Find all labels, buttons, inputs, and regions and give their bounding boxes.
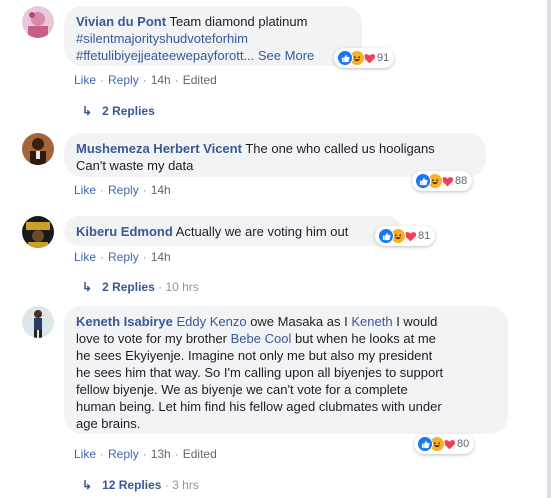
comment-text: fellow biyenje. We as biyenje we can't v…	[76, 382, 408, 397]
reply-link[interactable]: Reply	[108, 447, 139, 461]
reaction-count: 81	[418, 230, 431, 242]
timestamp[interactable]: 14h	[151, 183, 171, 197]
author-name[interactable]: Keneth Isabirye	[76, 314, 173, 329]
comment-text: human being. Let him find his fellow age…	[76, 399, 442, 414]
avatar[interactable]	[22, 6, 54, 38]
comment-text: The one who called us hooligans	[245, 141, 435, 156]
hashtag-link[interactable]: #ffetulibiyejjeateewepayforott...	[76, 48, 254, 63]
comment-text: he sees Ekyiyenje. Imagine not only me b…	[76, 348, 433, 363]
reactions-badge[interactable]: 91	[334, 48, 395, 68]
like-link[interactable]: Like	[74, 447, 96, 461]
like-reaction-icon	[337, 50, 353, 66]
mention-link[interactable]: Eddy Kenzo	[176, 314, 246, 329]
comment-bubble: Vivian du Pont Team diamond platinum #si…	[64, 6, 362, 66]
profile-photo-icon	[22, 216, 54, 248]
reply-arrow-icon: ↳	[82, 478, 93, 492]
comment-actions: Like · Reply · 13h · Edited	[74, 447, 217, 461]
timestamp[interactable]: 13h	[151, 447, 171, 461]
edited-label[interactable]: Edited	[183, 447, 217, 461]
comment-actions: Like · Reply · 14h	[74, 250, 171, 264]
comment-text: age brains.	[76, 416, 141, 431]
comment-text: Can't waste my data	[76, 158, 194, 173]
timestamp[interactable]: 14h	[151, 250, 171, 264]
reply-link[interactable]: Reply	[108, 183, 139, 197]
mention-link[interactable]: Bebe Cool	[231, 331, 292, 346]
hashtag-link[interactable]: #silentmajorityshudvoteforhim	[76, 31, 248, 46]
comment-text: love to vote for my brother	[76, 331, 228, 346]
reply-link[interactable]: Reply	[108, 250, 139, 264]
replies-count[interactable]: 12 Replies	[102, 478, 161, 492]
replies-count[interactable]: 2 Replies	[102, 104, 155, 118]
replies-count[interactable]: 2 Replies	[102, 280, 155, 294]
comment-text: I would	[396, 314, 438, 329]
profile-photo-icon	[22, 306, 54, 338]
profile-photo-icon	[22, 6, 54, 38]
comment-actions: Like · Reply · 14h	[74, 183, 171, 197]
replies-time: 3 hrs	[172, 478, 199, 492]
reactions-badge[interactable]: 88	[412, 171, 473, 191]
reactions-badge[interactable]: 80	[414, 434, 475, 454]
like-reaction-icon	[417, 436, 433, 452]
author-name[interactable]: Mushemeza Herbert Vicent	[76, 141, 242, 156]
edited-label[interactable]: Edited	[183, 73, 217, 87]
comment-actions: Like · Reply · 14h · Edited	[74, 73, 217, 87]
comment-bubble: Kiberu Edmond Actually we are voting him…	[64, 216, 402, 246]
reply-arrow-icon: ↳	[82, 104, 93, 118]
avatar[interactable]	[22, 306, 54, 338]
like-link[interactable]: Like	[74, 73, 96, 87]
like-link[interactable]: Like	[74, 250, 96, 264]
view-replies-link[interactable]: ↳ 2 Replies	[82, 104, 155, 118]
like-reaction-icon	[415, 173, 431, 189]
comment-text: but when he looks at me	[294, 331, 436, 346]
comment-text: owe Masaka as I	[250, 314, 348, 329]
avatar[interactable]	[22, 216, 54, 248]
author-name[interactable]: Vivian du Pont	[76, 14, 166, 29]
like-reaction-icon	[378, 228, 394, 244]
reaction-count: 80	[457, 438, 470, 450]
profile-photo-icon	[22, 133, 54, 165]
avatar[interactable]	[22, 133, 54, 165]
like-link[interactable]: Like	[74, 183, 96, 197]
replies-time: 10 hrs	[165, 280, 199, 294]
view-replies-link[interactable]: ↳ 12 Replies · 3 hrs	[82, 478, 199, 492]
mention-link[interactable]: Keneth	[351, 314, 392, 329]
scrollbar-edge	[547, 0, 551, 498]
reply-link[interactable]: Reply	[108, 73, 139, 87]
reactions-badge[interactable]: 81	[375, 226, 436, 246]
comment-text: Actually we are voting him out	[175, 224, 349, 239]
reaction-count: 91	[377, 52, 390, 64]
comment-text: Team diamond platinum	[169, 14, 308, 29]
view-replies-link[interactable]: ↳ 2 Replies · 10 hrs	[82, 280, 199, 294]
comment-bubble: Keneth Isabirye Eddy Kenzo owe Masaka as…	[64, 306, 508, 434]
reply-arrow-icon: ↳	[82, 280, 93, 294]
reaction-count: 88	[455, 175, 468, 187]
comment-text: he sees him that way. So I'm calling upo…	[76, 365, 444, 380]
timestamp[interactable]: 14h	[151, 73, 171, 87]
author-name[interactable]: Kiberu Edmond	[76, 224, 173, 239]
see-more-link[interactable]: See More	[258, 48, 314, 63]
